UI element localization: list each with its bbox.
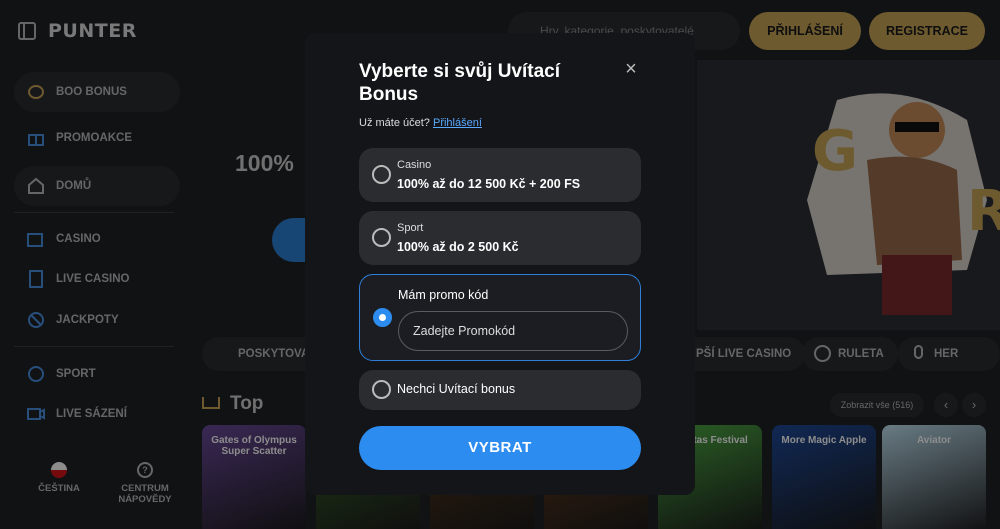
radio-sport[interactable] [372, 228, 391, 247]
promo-label: Mám promo kód [398, 288, 489, 302]
promo-code-input[interactable] [398, 311, 628, 351]
login-prompt-text: Už máte účet? [359, 117, 430, 129]
no-bonus-label: Nechci Uvítací bonus [397, 382, 516, 396]
bonus-option-promo[interactable]: Mám promo kód [359, 274, 641, 361]
bonus-option-none[interactable]: Nechci Uvítací bonus [359, 370, 641, 410]
modal-title: Vyberte si svůj Uvítací Bonus [359, 61, 561, 105]
login-prompt: Už máte účet? Přihlášení [359, 117, 482, 129]
radio-no-bonus[interactable] [372, 380, 391, 399]
login-link[interactable]: Přihlášení [433, 117, 482, 129]
select-bonus-button[interactable]: VYBRAT [359, 426, 641, 470]
close-icon[interactable]: × [623, 59, 639, 79]
radio-casino[interactable] [372, 165, 391, 184]
option-category: Sport [397, 222, 424, 234]
option-offer: 100% až do 2 500 Kč [397, 240, 519, 254]
welcome-bonus-modal: Vyberte si svůj Uvítací Bonus × Už máte … [305, 33, 695, 495]
radio-promo[interactable] [373, 308, 392, 327]
option-offer: 100% až do 12 500 Kč + 200 FS [397, 177, 581, 191]
option-category: Casino [397, 159, 432, 171]
bonus-option-casino[interactable]: Casino 100% až do 12 500 Kč + 200 FS [359, 148, 641, 202]
bonus-option-sport[interactable]: Sport 100% až do 2 500 Kč [359, 211, 641, 265]
